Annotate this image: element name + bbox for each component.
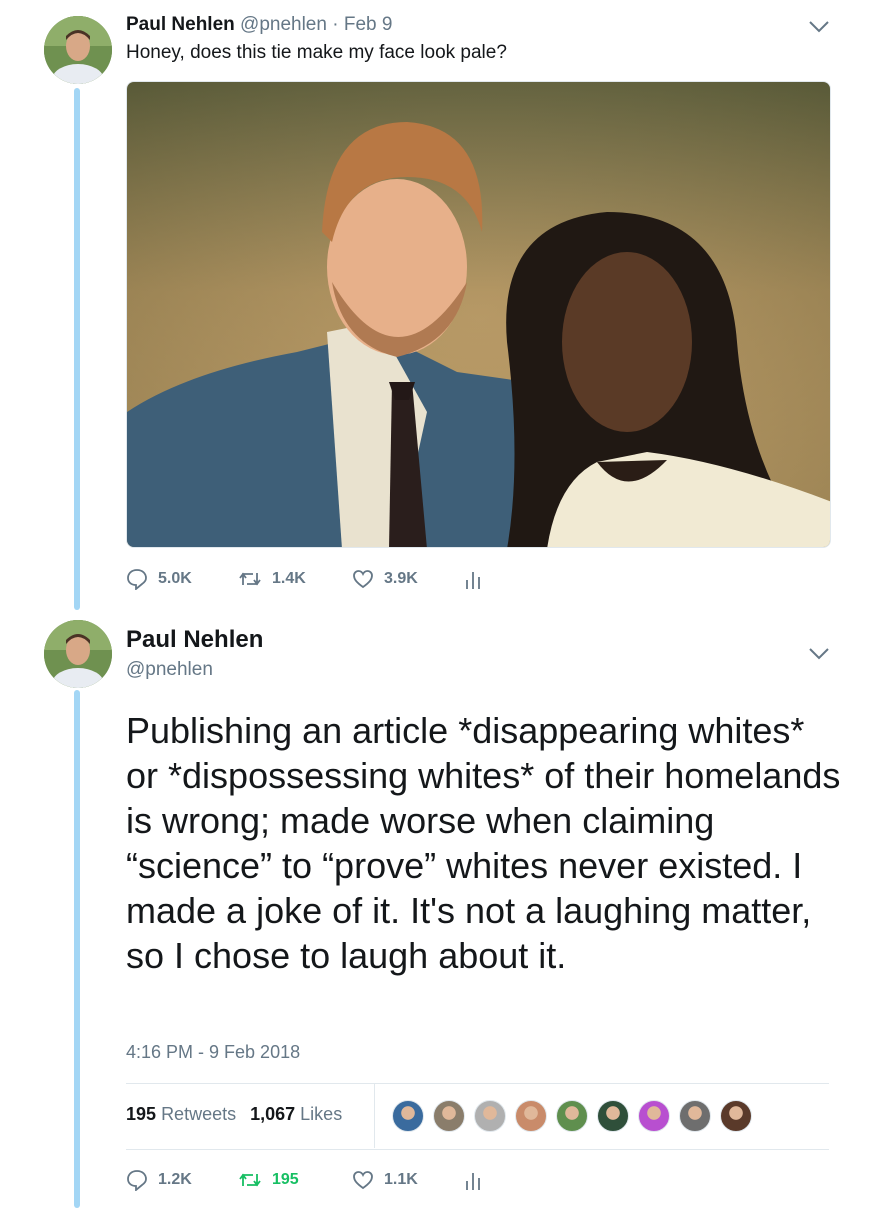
stats-divider xyxy=(374,1084,375,1148)
liker-avatar[interactable] xyxy=(474,1100,506,1132)
tweet1-header: Paul Nehlen @pnehlen · Feb 9 xyxy=(126,14,392,36)
chevron-down-icon[interactable] xyxy=(808,20,830,34)
reply-button[interactable]: 1.2K xyxy=(126,1169,238,1191)
tweet-timestamp[interactable]: 4:16 PM - 9 Feb 2018 xyxy=(126,1042,300,1063)
analytics-icon xyxy=(466,572,480,589)
likes-stat[interactable]: 1,067 Likes xyxy=(250,1104,342,1125)
analytics-button[interactable] xyxy=(464,568,492,590)
divider xyxy=(126,1083,829,1084)
author-handle[interactable]: @pnehlen xyxy=(240,14,327,35)
tweet-text: Honey, does this tie make my face look p… xyxy=(126,42,507,63)
tweet1-actions: 5.0K 1.4K 3.9K xyxy=(126,566,492,592)
reply-icon xyxy=(127,569,147,590)
retweet-count: 1.4K xyxy=(272,570,306,587)
liker-avatar[interactable] xyxy=(720,1100,752,1132)
like-icon xyxy=(353,1171,373,1190)
tweet-date[interactable]: Feb 9 xyxy=(344,14,393,35)
retweet-label: Retweets xyxy=(161,1104,237,1124)
reply-button[interactable]: 5.0K xyxy=(126,568,238,590)
liker-avatar[interactable] xyxy=(679,1100,711,1132)
liker-avatar[interactable] xyxy=(515,1100,547,1132)
divider xyxy=(126,1149,829,1150)
tweet-text: Publishing an article *disappearing whit… xyxy=(126,710,841,976)
liker-avatar[interactable] xyxy=(556,1100,588,1132)
like-button[interactable]: 1.1K xyxy=(352,1169,464,1191)
like-button[interactable]: 3.9K xyxy=(352,568,464,590)
chevron-down-icon[interactable] xyxy=(808,647,830,661)
retweet-total: 195 xyxy=(126,1104,157,1124)
retweet-button[interactable]: 195 xyxy=(238,1169,352,1191)
retweet-icon xyxy=(239,572,261,586)
thread-line-top xyxy=(74,88,80,610)
reply-icon xyxy=(127,1170,147,1191)
retweet-count: 195 xyxy=(272,1171,299,1188)
thread-line-bottom xyxy=(74,690,80,1208)
author-name[interactable]: Paul Nehlen xyxy=(126,626,263,654)
avatar[interactable] xyxy=(44,620,112,688)
retweet-icon xyxy=(239,1173,261,1187)
like-count: 3.9K xyxy=(384,570,418,587)
liker-avatar[interactable] xyxy=(392,1100,424,1132)
separator: · xyxy=(326,14,344,35)
tweet-photo[interactable] xyxy=(126,81,831,548)
analytics-icon xyxy=(466,1173,480,1190)
author-handle[interactable]: @pnehlen xyxy=(126,659,213,681)
like-label: Likes xyxy=(300,1104,343,1124)
reply-count: 1.2K xyxy=(158,1171,192,1188)
reply-count: 5.0K xyxy=(158,570,192,587)
analytics-button[interactable] xyxy=(464,1169,492,1191)
author-name[interactable]: Paul Nehlen xyxy=(126,14,235,35)
retweets-stat[interactable]: 195 Retweets xyxy=(126,1104,236,1125)
liker-avatars xyxy=(392,1100,761,1132)
engagement-stats: 195 Retweets 1,067 Likes xyxy=(126,1104,342,1125)
like-count: 1.1K xyxy=(384,1171,418,1188)
avatar[interactable] xyxy=(44,16,112,84)
like-total: 1,067 xyxy=(250,1104,296,1124)
liker-avatar[interactable] xyxy=(597,1100,629,1132)
liker-avatar[interactable] xyxy=(638,1100,670,1132)
like-icon xyxy=(353,570,373,589)
liker-avatar[interactable] xyxy=(433,1100,465,1132)
tweet2-actions: 1.2K 195 1.1K xyxy=(126,1167,492,1193)
retweet-button[interactable]: 1.4K xyxy=(238,568,352,590)
